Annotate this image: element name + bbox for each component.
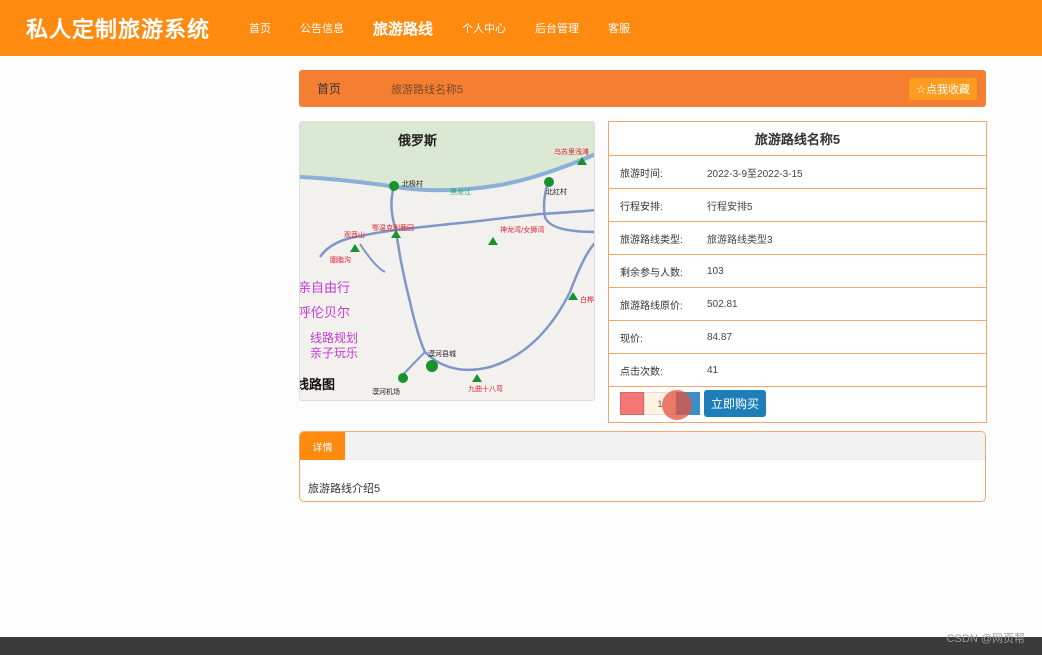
svg-text:呼伦贝尔: 呼伦贝尔 xyxy=(300,306,350,321)
svg-text:黑龙江: 黑龙江 xyxy=(450,187,471,196)
route-info-table: 旅游路线名称5 旅游时间: 2022-3-9至2022-3-15 行程安排: 行… xyxy=(608,121,987,423)
info-value: 行程安排5 xyxy=(707,201,753,213)
info-value: 2022-3-9至2022-3-15 xyxy=(707,168,803,180)
bottom-bar xyxy=(0,637,1042,655)
quantity-decrease-button[interactable] xyxy=(620,392,644,415)
info-label: 旅游路线原价: xyxy=(620,300,683,312)
info-label: 点击次数: xyxy=(620,366,663,378)
svg-text:亲自由行: 亲自由行 xyxy=(300,281,350,296)
info-row-route-type: 旅游路线类型: 旅游路线类型3 xyxy=(609,222,986,255)
svg-text:漠河县城: 漠河县城 xyxy=(428,349,456,358)
buy-now-button[interactable]: 立即购买 xyxy=(704,390,767,417)
site-brand[interactable]: 私人定制旅游系统 xyxy=(26,12,236,44)
map-country-label: 俄罗斯 xyxy=(397,133,437,149)
nav-item-personal-center[interactable]: 个人中心 xyxy=(462,20,506,36)
info-label: 现价: xyxy=(620,333,643,345)
nav-item-admin[interactable]: 后台管理 xyxy=(535,20,579,36)
svg-text:漠河机场: 漠河机场 xyxy=(372,387,400,396)
quantity-increase-button[interactable] xyxy=(676,392,700,415)
svg-text:九曲十八弯: 九曲十八弯 xyxy=(468,384,503,393)
svg-text:北红村: 北红村 xyxy=(546,187,567,196)
favorite-button[interactable]: ☆点我收藏 xyxy=(909,78,977,100)
svg-text:胭脂沟: 胭脂沟 xyxy=(330,255,351,264)
purchase-row: 1 立即购买 xyxy=(609,387,986,420)
svg-text:神龙湾/女狮湾: 神龙湾/女狮湾 xyxy=(500,225,544,234)
svg-text:观音山: 观音山 xyxy=(344,230,365,239)
svg-text:鄂温克驯鹿园: 鄂温克驯鹿园 xyxy=(372,223,414,232)
breadcrumb-home-link[interactable]: 首页 xyxy=(317,80,391,97)
breadcrumb-current: 旅游路线名称5 xyxy=(391,83,464,96)
svg-text:线路规划: 线路规划 xyxy=(310,330,358,345)
svg-text:白桦林: 白桦林 xyxy=(580,295,595,304)
svg-text:乌苏里浅滩: 乌苏里浅滩 xyxy=(554,147,589,156)
breadcrumb: 首页 旅游路线名称5 ☆点我收藏 xyxy=(299,70,986,107)
info-label: 旅游路线类型: xyxy=(620,234,683,246)
info-row-itinerary: 行程安排: 行程安排5 xyxy=(609,189,986,222)
route-map-svg: 俄罗斯 北极村 北红村 乌苏里浅滩 黑龙江 观音山 胭脂沟 鄂温克驯鹿园 神龙湾… xyxy=(300,122,595,400)
info-value: 103 xyxy=(707,265,724,277)
svg-text:线路图: 线路图 xyxy=(300,377,335,393)
detail-content: 旅游路线介绍5 xyxy=(308,483,381,495)
info-label: 旅游时间: xyxy=(620,168,663,180)
info-value: 502.81 xyxy=(707,298,738,310)
svg-text:亲子玩乐: 亲子玩乐 xyxy=(310,346,358,360)
top-navbar: 私人定制旅游系统 首页 公告信息 旅游路线 个人中心 后台管理 客服 xyxy=(0,0,1042,56)
info-row-travel-time: 旅游时间: 2022-3-9至2022-3-15 xyxy=(609,156,986,189)
nav-item-routes[interactable]: 旅游路线 xyxy=(373,18,433,39)
nav-item-home[interactable]: 首页 xyxy=(249,20,271,36)
info-row-click-count: 点击次数: 41 xyxy=(609,354,986,387)
info-row-original-price: 旅游路线原价: 502.81 xyxy=(609,288,986,321)
nav-item-announcements[interactable]: 公告信息 xyxy=(300,20,344,36)
nav-item-customer-service[interactable]: 客服 xyxy=(608,20,630,36)
main-nav: 首页 公告信息 旅游路线 个人中心 后台管理 客服 xyxy=(249,18,659,39)
info-row-current-price: 现价: 84.87 xyxy=(609,321,986,354)
detail-tab-bar: 详情 xyxy=(300,432,985,460)
info-label: 行程安排: xyxy=(620,201,663,213)
route-title: 旅游路线名称5 xyxy=(609,122,986,156)
info-label: 剩余参与人数: xyxy=(620,267,683,279)
info-value: 84.87 xyxy=(707,331,733,343)
tab-detail[interactable]: 详情 xyxy=(300,432,345,460)
info-value: 旅游路线类型3 xyxy=(707,234,773,246)
detail-panel: 详情 旅游路线介绍5 xyxy=(299,431,986,502)
watermark: CSDN @网页帮 xyxy=(946,633,1025,645)
quantity-input[interactable]: 1 xyxy=(644,392,676,415)
svg-text:北极村: 北极村 xyxy=(402,179,423,188)
info-row-remaining-slots: 剩余参与人数: 103 xyxy=(609,255,986,288)
route-map-image: 俄罗斯 北极村 北红村 乌苏里浅滩 黑龙江 观音山 胭脂沟 鄂温克驯鹿园 神龙湾… xyxy=(299,121,595,401)
info-value: 41 xyxy=(707,364,719,376)
